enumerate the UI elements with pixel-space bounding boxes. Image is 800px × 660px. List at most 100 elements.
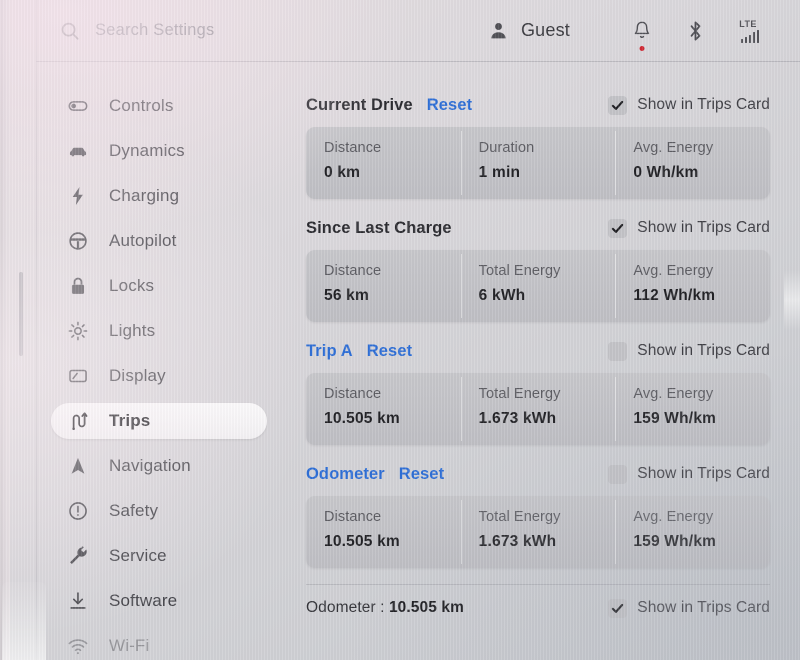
section-header: Current Drive Reset Show in Trips Card (306, 92, 770, 118)
cellular-label: LTE (739, 18, 757, 29)
stat-key: Distance (324, 140, 382, 156)
sidebar-item-navigation[interactable]: Navigation (51, 448, 267, 484)
stat-value: 112 Wh/km (633, 287, 716, 304)
stat-value: 0 km (324, 164, 361, 181)
check-icon (612, 223, 624, 233)
show-in-trips-card-toggle[interactable]: Show in Trips Card (608, 464, 770, 484)
stat-key: Distance (324, 263, 382, 279)
checkbox[interactable] (608, 341, 628, 361)
stat-value: 159 Wh/km (633, 533, 717, 550)
sidebar-item-label: Controls (109, 96, 174, 115)
odometer-value: 10.505 km (388, 599, 464, 616)
stats-card: Distance 10.505 km Total Energy 1.673 kW… (306, 373, 770, 445)
sun-icon (67, 320, 89, 342)
sidebar-item-autopilot[interactable]: Autopilot (51, 223, 267, 259)
show-in-trips-card-toggle[interactable]: Show in Trips Card (608, 598, 770, 618)
stat-cell: Total Energy 1.673 kWh (460, 496, 616, 568)
sidebar-item-wifi[interactable]: Wi-Fi (51, 628, 267, 660)
stat-key: Total Energy (478, 386, 561, 402)
sidebar-item-label: Wi-Fi (109, 636, 150, 655)
stat-cell: Distance 10.505 km (306, 373, 461, 445)
reset-button[interactable]: Reset (367, 342, 412, 361)
sidebar-item-charging[interactable]: Charging (51, 178, 267, 214)
sidebar-item-software[interactable]: Software (51, 583, 267, 619)
cellular-indicator: LTE (722, 19, 778, 43)
sidebar-item-label: Dynamics (109, 141, 185, 160)
stat-value: 159 Wh/km (633, 410, 717, 427)
odometer-label-text: Odometer : (306, 599, 385, 616)
stat-key: Duration (478, 140, 535, 156)
show-in-trips-card-toggle[interactable]: Show in Trips Card (608, 341, 770, 361)
steering-wheel-icon (67, 230, 89, 252)
stat-value: 56 km (324, 287, 369, 304)
person-icon (491, 22, 506, 39)
sidebar-item-dynamics[interactable]: Dynamics (51, 133, 267, 169)
checkbox[interactable] (608, 218, 628, 238)
trip-section-odometer: Odometer Reset Show in Trips Card Distan… (306, 461, 770, 568)
search-bar[interactable] (59, 20, 488, 42)
sidebar-item-label: Locks (109, 276, 155, 295)
sidebar-item-display[interactable]: Display (51, 358, 267, 394)
notifications-button[interactable] (616, 20, 668, 51)
settings-sidebar: Controls Dynamics Charging Autopilot Loc… (37, 62, 281, 660)
stat-key: Total Energy (478, 263, 561, 279)
show-in-trips-card-toggle[interactable]: Show in Trips Card (608, 218, 770, 238)
stat-key: Avg. Energy (633, 509, 714, 525)
section-title[interactable]: Odometer (306, 465, 385, 484)
navigation-arrow-icon (67, 455, 89, 477)
stat-value: 0 Wh/km (633, 164, 699, 181)
tesla-settings-screen: Guest LTE (0, 0, 800, 660)
stat-cell: Distance 56 km (306, 250, 461, 322)
reset-button[interactable]: Reset (399, 465, 444, 484)
screen-glare-bottom-left (2, 582, 46, 660)
top-status-bar: Guest LTE (37, 0, 800, 61)
section-title[interactable]: Trip A (306, 342, 353, 361)
section-title: Since Last Charge (306, 218, 452, 237)
trip-section-trip-a: Trip A Reset Show in Trips Card Distance… (306, 338, 770, 445)
sidebar-item-controls[interactable]: Controls (51, 88, 267, 124)
toggle-icon (67, 95, 89, 117)
alert-circle-icon (67, 500, 89, 522)
stat-cell: Duration 1 min (460, 127, 616, 199)
checkbox[interactable] (608, 464, 628, 484)
stat-key: Total Energy (478, 509, 561, 525)
stat-key: Avg. Energy (633, 263, 714, 279)
section-header: Odometer Reset Show in Trips Card (306, 461, 770, 487)
bolt-icon (67, 185, 89, 207)
sidebar-item-label: Lights (109, 321, 156, 340)
bell-icon (634, 21, 650, 38)
search-icon (61, 22, 79, 40)
reset-button[interactable]: Reset (427, 96, 472, 115)
sidebar-item-safety[interactable]: Safety (51, 493, 267, 529)
check-icon (612, 100, 624, 110)
show-in-trips-card-toggle[interactable]: Show in Trips Card (608, 95, 770, 115)
stat-value: 10.505 km (324, 533, 400, 550)
show-in-trips-card-label: Show in Trips Card (637, 342, 770, 359)
stat-cell: Total Energy 1.673 kWh (460, 373, 616, 445)
bluetooth-button[interactable] (668, 19, 722, 43)
bluetooth-icon (690, 21, 700, 40)
stat-cell: Avg. Energy 112 Wh/km (615, 250, 770, 322)
sidebar-item-locks[interactable]: Locks (51, 268, 267, 304)
screen-glare-right (784, 270, 800, 330)
checkbox[interactable] (608, 95, 628, 115)
stat-value: 10.505 km (324, 410, 400, 427)
sidebar-item-lights[interactable]: Lights (51, 313, 267, 349)
sidebar-item-label: Software (109, 591, 178, 610)
section-title: Current Drive (306, 95, 413, 114)
stat-cell: Total Energy 6 kWh (460, 250, 616, 322)
checkbox[interactable] (608, 598, 628, 618)
profile-button[interactable]: Guest (488, 20, 570, 41)
sidebar-item-service[interactable]: Service (51, 538, 267, 574)
winding-road-icon (67, 410, 89, 432)
stat-key: Avg. Energy (633, 386, 714, 402)
lock-icon (67, 275, 89, 297)
sidebar-item-trips[interactable]: Trips (51, 403, 267, 439)
trip-section-since-last-charge: Since Last Charge Show in Trips Card Dis… (306, 215, 770, 322)
search-input[interactable] (95, 21, 425, 40)
sidebar-scrollbar[interactable] (19, 272, 23, 356)
show-in-trips-card-label: Show in Trips Card (637, 219, 770, 236)
stat-cell: Avg. Energy 0 Wh/km (615, 127, 770, 199)
section-header: Trip A Reset Show in Trips Card (306, 338, 770, 364)
status-icons: Guest LTE (488, 19, 778, 51)
